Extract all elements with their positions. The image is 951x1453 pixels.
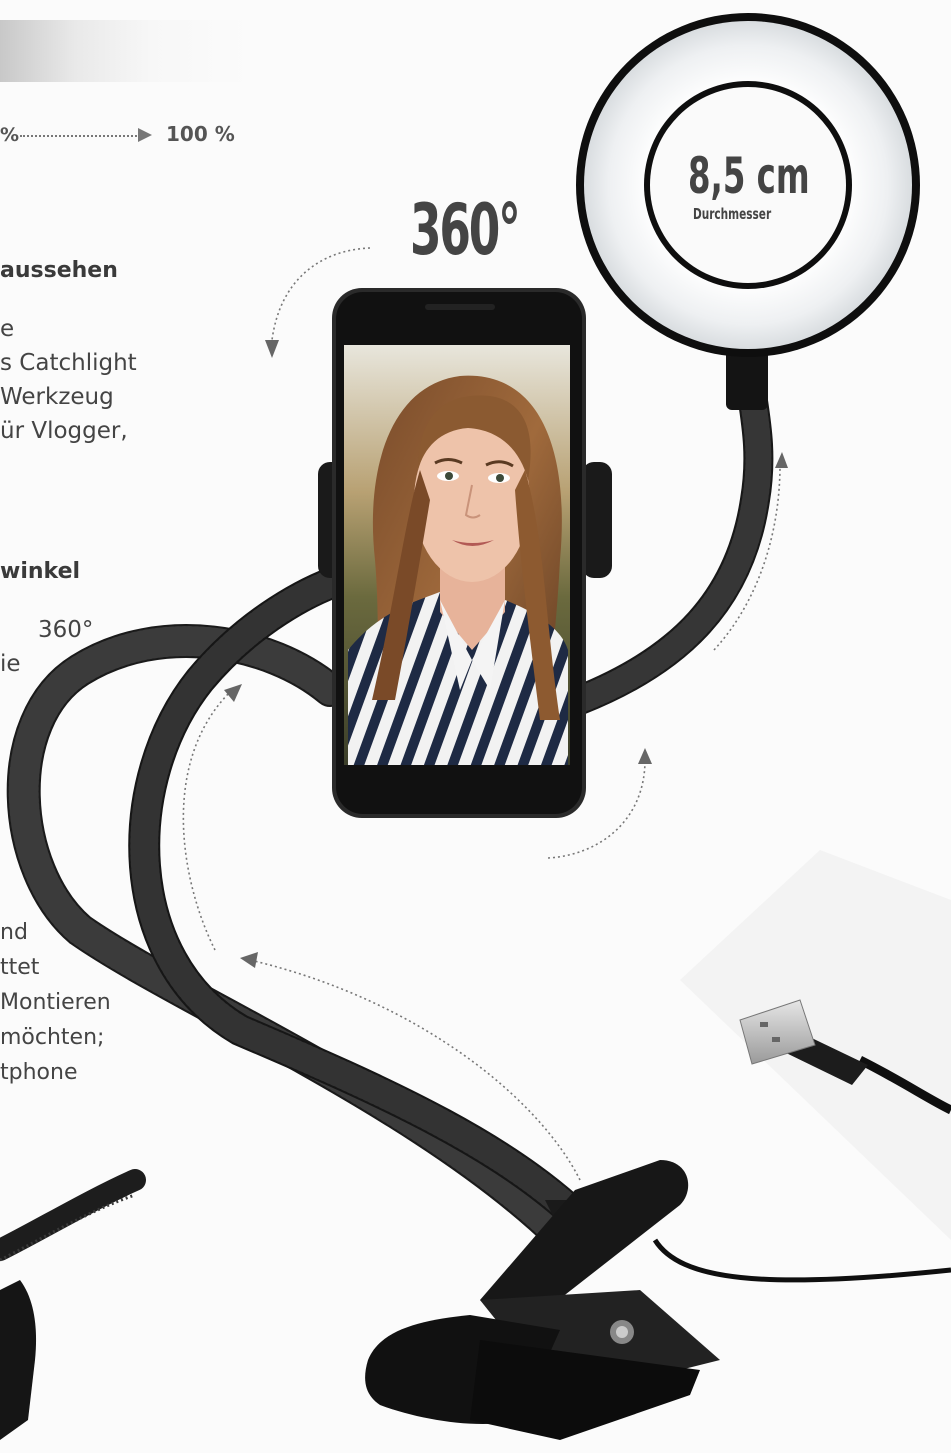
ring-diameter-label: Durchmesser	[693, 205, 772, 223]
ring-diameter-value: 8,5 cm	[688, 147, 810, 205]
smartphone	[332, 288, 586, 818]
rotation-label: 360°	[410, 189, 521, 271]
inset-clamp-fragment	[0, 1169, 146, 1440]
